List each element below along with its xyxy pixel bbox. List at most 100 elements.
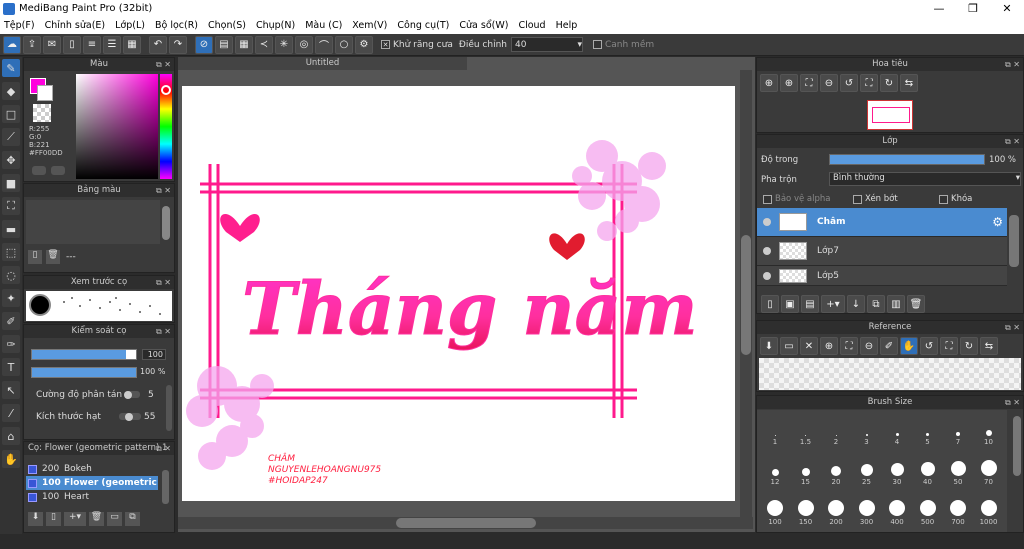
brush-size-scrollbar[interactable] [1013,416,1021,476]
bucket-tool-icon[interactable]: ⛶ [2,197,20,215]
brush-size-item[interactable]: 300 [853,490,881,528]
brush-size-item[interactable]: 25 [853,450,881,488]
clipping-toggle[interactable]: Xén bớt [853,194,939,204]
minimize-button[interactable]: — [922,2,956,15]
delete-layer-icon[interactable]: 🗑 [907,295,925,313]
brush-size-item[interactable]: 2 [822,410,850,448]
eye-icon[interactable] [763,271,771,280]
zoom-out-icon[interactable]: ⊖ [860,337,878,355]
menu-layer[interactable]: Lớp(L) [111,20,151,31]
radial-snap-icon[interactable]: ✳ [275,35,293,54]
canvas-tab[interactable]: Untitled [178,57,467,70]
brush-list-item[interactable]: 200 Bokeh [26,462,158,476]
canvas-vertical-scrollbar[interactable] [740,70,752,517]
brush-size-item[interactable]: 15 [792,450,820,488]
brush-opacity-slider[interactable] [31,367,137,378]
zoom-in-icon[interactable]: ⊕ [820,337,838,355]
brush-size-item[interactable]: 4 [883,410,911,448]
concentric-snap-icon[interactable]: ◎ [295,35,313,54]
layer-row[interactable]: Châm ⚙ [757,208,1007,237]
move-tool-icon[interactable]: ✥ [2,151,20,169]
add-layer-menu-icon[interactable]: +▾ [821,295,845,313]
layer-row[interactable]: Lớp7 [757,237,1007,266]
snap-off-icon[interactable]: ⊘ [195,35,213,54]
protect-alpha-checkbox[interactable] [763,194,772,204]
zoom-in-icon[interactable]: ⊕ [780,74,798,92]
merge-layer-icon[interactable]: ▥ [887,295,905,313]
blend-mode-select[interactable]: Bình thường ▾ [829,172,1021,186]
duplicate-icon[interactable]: ⧉ [125,512,140,526]
brush-list-item[interactable]: 100 Flower (geometric [26,476,158,490]
brush-size-item[interactable]: 1000 [975,490,1003,528]
brush-list-scrollbar[interactable] [162,470,169,504]
fit-screen-icon[interactable]: ⛶ [840,337,858,355]
new-halftone-layer-icon[interactable]: ▣ [781,295,799,313]
snap-soft-toggle[interactable]: Canh mềm [592,40,654,50]
close-icon[interactable]: ✕ [800,337,818,355]
menu-edit[interactable]: Chỉnh sửa(E) [41,20,112,31]
flip-icon[interactable]: ⇆ [900,74,918,92]
brush-size-item[interactable]: 200 [822,490,850,528]
brush-size-item[interactable]: 30 [883,450,911,488]
menu-cloud[interactable]: Cloud [514,20,551,31]
grid-icon[interactable]: ▦ [123,35,141,54]
brush-size-item[interactable]: 400 [883,490,911,528]
select-eraser-tool-icon[interactable]: ✑ [2,335,20,353]
hand-icon[interactable]: ✋ [900,337,918,355]
menu-filter[interactable]: Bộ lọc(R) [151,20,204,31]
color-mode-button[interactable] [32,166,46,175]
share-icon[interactable]: ⇪ [23,35,41,54]
color-swap-button[interactable] [51,166,65,175]
panel-controls-icon[interactable]: ⧉ ✕ [1005,135,1020,148]
open-folder-icon[interactable]: ▭ [780,337,798,355]
perspective-snap-icon[interactable]: ≺ [255,35,273,54]
reset-view-icon[interactable]: ⛶ [860,74,878,92]
brush-size-item[interactable]: 40 [914,450,942,488]
zoom-fit-icon[interactable]: ⊕ [760,74,778,92]
zoom-out-icon[interactable]: ⊖ [820,74,838,92]
lasso-tool-icon[interactable]: ◌ [2,266,20,284]
line-tool-icon[interactable]: ⟋ [2,128,20,146]
undo-icon[interactable]: ↶ [149,35,167,54]
canvas-page[interactable]: Tháng năm CHÂM NGUYENLEHOANGNU975 #HOIDA… [182,86,735,501]
delete-palette-icon[interactable]: 🗑 [46,250,60,264]
menu-snap[interactable]: Chụp(N) [252,20,301,31]
list-icon[interactable]: ☰ [103,35,121,54]
file-icon[interactable]: ▯ [63,35,81,54]
eye-icon[interactable] [763,218,771,226]
brush-size-item[interactable]: 150 [792,490,820,528]
canvas-horizontal-scrollbar[interactable] [178,517,753,529]
duplicate-layer-icon[interactable]: ⧉ [867,295,885,313]
lock-checkbox[interactable] [939,194,948,204]
folder-icon[interactable]: ▭ [107,512,122,526]
rotate-left-icon[interactable]: ↺ [920,337,938,355]
menu-select[interactable]: Chọn(S) [204,20,252,31]
text-tool-icon[interactable]: T [2,358,20,376]
brush-size-item[interactable]: 20 [822,450,850,488]
brush-size-slider[interactable] [31,349,137,360]
menu-window[interactable]: Cửa sổ(W) [455,20,514,31]
move-down-icon[interactable]: ↓ [847,295,865,313]
saturation-picker[interactable] [76,74,158,179]
brush-tool-icon[interactable]: ✎ [2,59,20,77]
curve-snap-icon[interactable]: ⌒ [315,35,333,54]
cloud-download-icon[interactable]: ⬇ [760,337,778,355]
brush-size-item[interactable]: 1 [761,410,789,448]
eyedropper-tool-icon[interactable]: ⌂ [2,427,20,445]
new-layer-icon[interactable]: ▯ [761,295,779,313]
brush-size-item[interactable]: 5 [914,410,942,448]
menu-file[interactable]: Tệp(F) [0,20,41,31]
new-brush-icon[interactable]: ▯ [46,512,61,526]
brush-size-value[interactable]: 100 [142,349,166,360]
settings-icon[interactable]: ⚙ [355,35,373,54]
clipping-checkbox[interactable] [853,194,862,204]
cloud-icon[interactable]: ☁ [3,35,21,54]
navigator-preview[interactable] [867,100,913,130]
eyedropper-icon[interactable]: ✐ [880,337,898,355]
parallel-snap-icon[interactable]: ▤ [215,35,233,54]
grid-snap-icon[interactable]: ▦ [235,35,253,54]
panel-controls-icon[interactable]: ⧉ ✕ [156,442,171,455]
brush-size-item[interactable]: 10 [975,410,1003,448]
palette-swatches-area[interactable] [26,200,160,244]
close-button[interactable]: ✕ [990,2,1024,15]
